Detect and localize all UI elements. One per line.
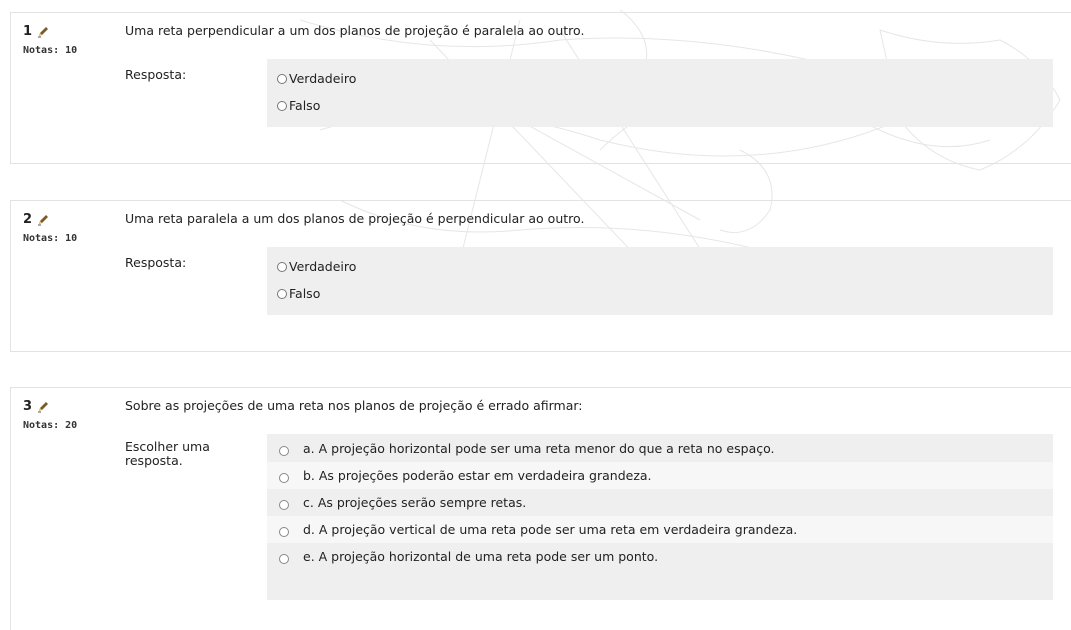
question-number-text: 1 bbox=[23, 24, 33, 39]
question-number-text: 3 bbox=[23, 399, 33, 414]
option-label[interactable]: a. A projeção horizontal pode ser uma re… bbox=[303, 441, 775, 456]
option-label[interactable]: Falso bbox=[289, 286, 320, 301]
question-text: Uma reta perpendicular a um dos planos d… bbox=[125, 23, 585, 38]
question-text: Sobre as projeções de uma reta nos plano… bbox=[125, 398, 583, 413]
option-label[interactable]: Falso bbox=[289, 98, 320, 113]
option-label[interactable]: c. As projeções serão sempre retas. bbox=[303, 495, 526, 510]
radio-button[interactable] bbox=[277, 73, 287, 84]
answer-label: Resposta: bbox=[125, 255, 187, 270]
answer-options: a. A projeção horizontal pode ser uma re… bbox=[267, 434, 1053, 600]
answer-label: Escolher uma resposta. bbox=[125, 439, 210, 468]
question-3: 3 Notas: 20 Sobre as projeções de uma re… bbox=[10, 387, 1071, 630]
option-label[interactable]: e. A projeção horizontal de uma reta pod… bbox=[303, 549, 658, 564]
option-false[interactable]: Falso bbox=[267, 280, 1053, 307]
question-number-text: 2 bbox=[23, 212, 33, 227]
radio-button[interactable] bbox=[277, 288, 287, 299]
option-b[interactable]: b. As projeções poderão estar em verdade… bbox=[267, 462, 1053, 489]
option-a[interactable]: a. A projeção horizontal pode ser uma re… bbox=[267, 435, 1053, 462]
answer-label: Resposta: bbox=[125, 67, 187, 82]
option-label[interactable]: d. A projeção vertical de uma reta pode … bbox=[303, 522, 797, 537]
radio-button[interactable] bbox=[279, 446, 289, 456]
question-number: 1 bbox=[23, 24, 49, 39]
question-grade: Notas: 10 bbox=[23, 45, 78, 56]
option-label[interactable]: b. As projeções poderão estar em verdade… bbox=[303, 468, 652, 483]
option-true[interactable]: Verdadeiro bbox=[267, 253, 1053, 280]
radio-button[interactable] bbox=[279, 554, 289, 564]
question-2: 2 Notas: 10 Uma reta paralela a um dos p… bbox=[10, 200, 1071, 352]
question-number: 3 bbox=[23, 399, 49, 414]
radio-button[interactable] bbox=[279, 527, 289, 537]
question-grade: Notas: 20 bbox=[23, 420, 78, 431]
question-text: Uma reta paralela a um dos planos de pro… bbox=[125, 211, 585, 226]
answer-options: Verdadeiro Falso bbox=[267, 59, 1053, 127]
option-e[interactable]: e. A projeção horizontal de uma reta pod… bbox=[267, 543, 1053, 570]
pencil-icon[interactable] bbox=[37, 401, 49, 413]
option-d[interactable]: d. A projeção vertical de uma reta pode … bbox=[267, 516, 1053, 543]
option-c[interactable]: c. As projeções serão sempre retas. bbox=[267, 489, 1053, 516]
radio-button[interactable] bbox=[279, 500, 289, 510]
pencil-icon[interactable] bbox=[37, 214, 49, 226]
question-grade: Notas: 10 bbox=[23, 233, 78, 244]
option-label[interactable]: Verdadeiro bbox=[289, 71, 356, 86]
option-false[interactable]: Falso bbox=[267, 92, 1053, 119]
pencil-icon[interactable] bbox=[37, 26, 49, 38]
radio-button[interactable] bbox=[277, 261, 287, 272]
option-true[interactable]: Verdadeiro bbox=[267, 65, 1053, 92]
radio-button[interactable] bbox=[279, 473, 289, 483]
question-1: 1 Notas: 10 Uma reta perpendicular a um … bbox=[10, 12, 1071, 164]
answer-options: Verdadeiro Falso bbox=[267, 247, 1053, 315]
radio-button[interactable] bbox=[277, 100, 287, 111]
option-label[interactable]: Verdadeiro bbox=[289, 259, 356, 274]
question-number: 2 bbox=[23, 212, 49, 227]
